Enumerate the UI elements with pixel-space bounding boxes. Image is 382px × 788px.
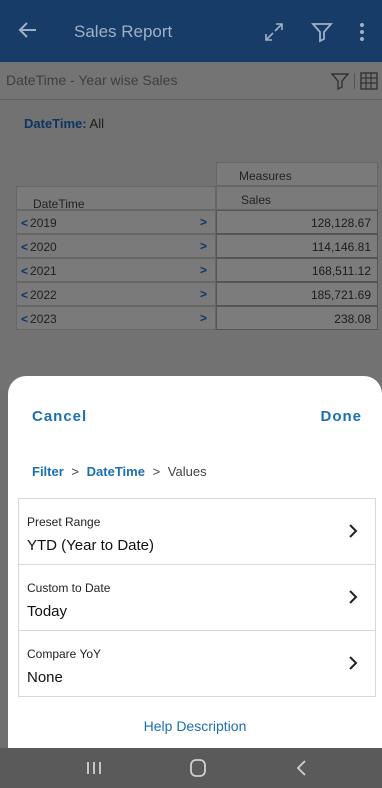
table-row: <2020 > 114,146.81	[16, 234, 378, 258]
row-header[interactable]: <2020 >	[16, 234, 216, 258]
expand-icon[interactable]	[262, 20, 286, 44]
drill-icon[interactable]: >	[200, 239, 207, 253]
page-title: Sales Report	[74, 22, 173, 41]
collapse-icon[interactable]: <	[21, 288, 28, 302]
system-nav-bar	[0, 748, 382, 788]
option-value: Today	[27, 603, 68, 620]
option-label: Custom to Date	[27, 581, 111, 595]
breadcrumb-values: Values	[167, 464, 207, 479]
chevron-right-icon	[349, 656, 358, 670]
collapse-icon[interactable]: <	[21, 240, 28, 254]
sales-cell: 114,146.81	[216, 234, 378, 258]
option-value: YTD (Year to Date)	[27, 537, 154, 554]
row-year: 2019	[30, 216, 57, 230]
table-row: <2021 > 168,511.12	[16, 258, 378, 282]
cancel-button[interactable]: Cancel	[32, 408, 87, 425]
filter-bottom-sheet: Cancel Done Filter > DateTime > Values P…	[8, 376, 382, 788]
collapse-icon[interactable]: <	[21, 312, 28, 326]
options-list: Preset Range YTD (Year to Date) Custom t…	[18, 498, 376, 697]
sales-cell: 128,128.67	[216, 210, 378, 234]
back-nav-icon[interactable]	[290, 758, 314, 778]
recents-icon[interactable]	[82, 758, 106, 778]
filter-icon[interactable]	[310, 20, 334, 44]
report-body: DateTime: All Measures Sales DateTime <2…	[0, 100, 382, 390]
row-year: 2023	[30, 312, 57, 326]
header-measures: Measures	[216, 162, 378, 186]
row-year: 2022	[30, 288, 57, 302]
datetime-filter-summary: DateTime: All	[24, 116, 104, 131]
row-header[interactable]: <2023 >	[16, 306, 216, 330]
report-title: DateTime - Year wise Sales	[6, 72, 178, 88]
home-icon[interactable]	[186, 758, 210, 778]
chevron-right-icon	[349, 590, 358, 604]
done-button[interactable]: Done	[321, 408, 363, 425]
datetime-key: DateTime:	[24, 116, 87, 131]
chevron-right-icon	[349, 524, 358, 538]
drill-icon[interactable]: >	[200, 263, 207, 277]
sales-cell: 168,511.12	[216, 258, 378, 282]
collapse-icon[interactable]: <	[21, 216, 28, 230]
option-preset-range[interactable]: Preset Range YTD (Year to Date)	[18, 499, 376, 565]
table-row: <2019 > 128,128.67	[16, 210, 378, 234]
collapse-icon[interactable]: <	[21, 264, 28, 278]
row-year: 2020	[30, 240, 57, 254]
row-header[interactable]: <2021 >	[16, 258, 216, 282]
option-compare-yoy[interactable]: Compare YoY None	[18, 631, 376, 697]
table-row: <2022 > 185,721.69	[16, 282, 378, 306]
back-arrow-icon[interactable]	[16, 18, 40, 42]
report-subheader: DateTime - Year wise Sales	[0, 62, 382, 100]
breadcrumb: Filter > DateTime > Values	[32, 464, 207, 479]
drill-icon[interactable]: >	[200, 215, 207, 229]
breadcrumb-separator: >	[71, 464, 80, 479]
app-bar: Sales Report	[0, 0, 382, 62]
header-datetime: DateTime	[16, 186, 216, 211]
grid-icon[interactable]	[360, 72, 378, 90]
option-custom-to-date[interactable]: Custom to Date Today	[18, 565, 376, 631]
breadcrumb-datetime[interactable]: DateTime	[87, 464, 145, 479]
row-header[interactable]: <2022 >	[16, 282, 216, 306]
table-row: <2023 > 238.08	[16, 306, 378, 330]
drill-icon[interactable]: >	[200, 311, 207, 325]
report-filter-icon[interactable]	[330, 71, 350, 91]
drill-icon[interactable]: >	[200, 287, 207, 301]
breadcrumb-separator: >	[152, 464, 161, 479]
help-description-link[interactable]: Help Description	[8, 718, 382, 734]
option-value: None	[27, 669, 63, 686]
row-header[interactable]: <2019 >	[16, 210, 216, 234]
row-year: 2021	[30, 264, 57, 278]
option-label: Compare YoY	[27, 647, 102, 661]
sales-cell: 238.08	[216, 306, 378, 330]
divider	[354, 73, 355, 89]
more-vert-icon[interactable]	[356, 20, 368, 44]
sales-cell: 185,721.69	[216, 282, 378, 306]
breadcrumb-filter[interactable]: Filter	[32, 464, 64, 479]
datetime-value: All	[86, 116, 104, 131]
option-label: Preset Range	[27, 515, 101, 529]
header-sales: Sales	[216, 186, 378, 210]
